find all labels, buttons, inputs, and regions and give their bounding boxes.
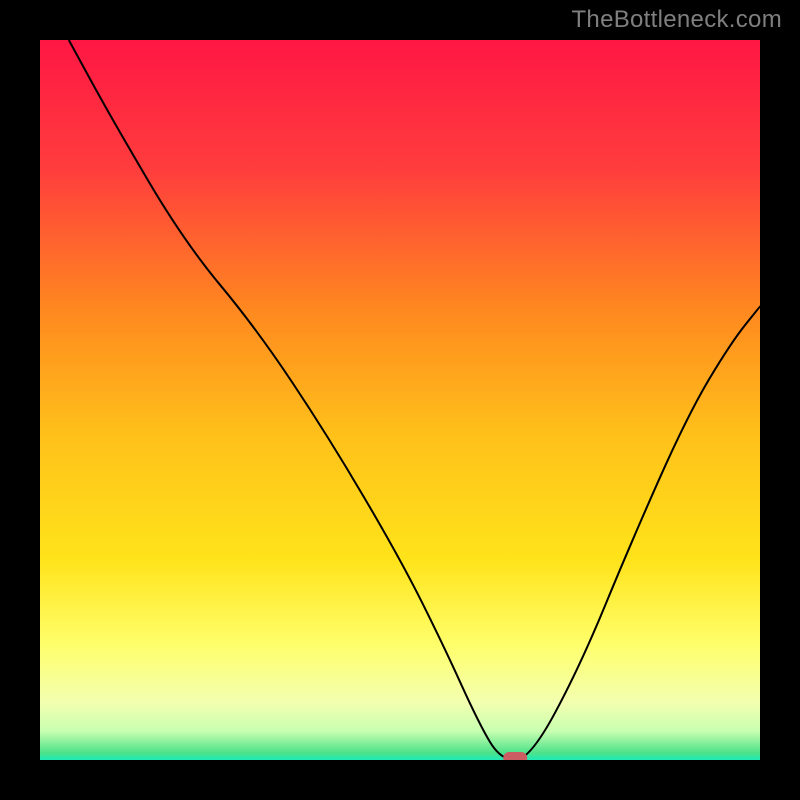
marker-pill xyxy=(503,752,527,760)
watermark-text: TheBottleneck.com xyxy=(571,6,782,34)
gradient-background xyxy=(40,40,760,760)
plot-area xyxy=(40,40,760,760)
chart-svg xyxy=(40,40,760,760)
chart-container: TheBottleneck.com xyxy=(0,0,800,800)
